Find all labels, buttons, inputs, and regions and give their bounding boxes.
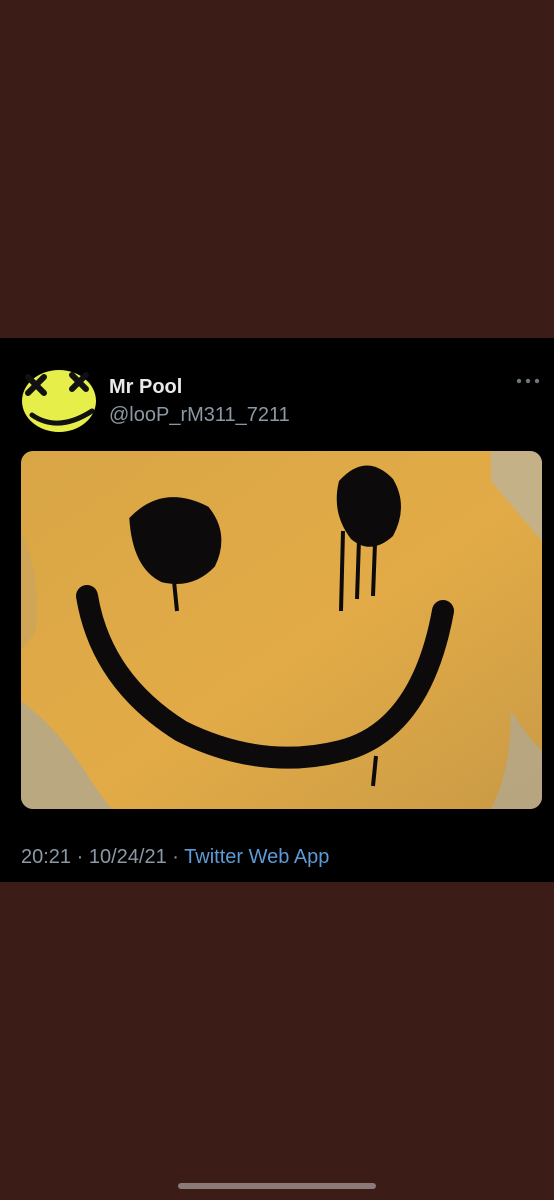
tweet-date: 10/24/21 (88, 846, 167, 868)
home-indicator[interactable] (178, 1183, 376, 1189)
tweet-time: 20:21 (21, 846, 72, 868)
more-icon[interactable] (515, 374, 541, 394)
avatar[interactable] (20, 363, 97, 432)
tweet-meta: 20:21 · 10/24/21 · Twitter Web App (21, 846, 329, 869)
tweet-card[interactable]: Mr Pool @looP_rM311_7211 20:21 · 10/24/2… (0, 338, 554, 882)
tweet-image[interactable] (21, 451, 542, 809)
display-name[interactable]: Mr Pool (109, 376, 182, 399)
meta-separator: · (76, 846, 84, 868)
meta-separator: · (172, 846, 179, 868)
handle[interactable]: @looP_rM311_7211 (109, 404, 290, 427)
tweet-source-link[interactable]: Twitter Web App (184, 846, 329, 868)
